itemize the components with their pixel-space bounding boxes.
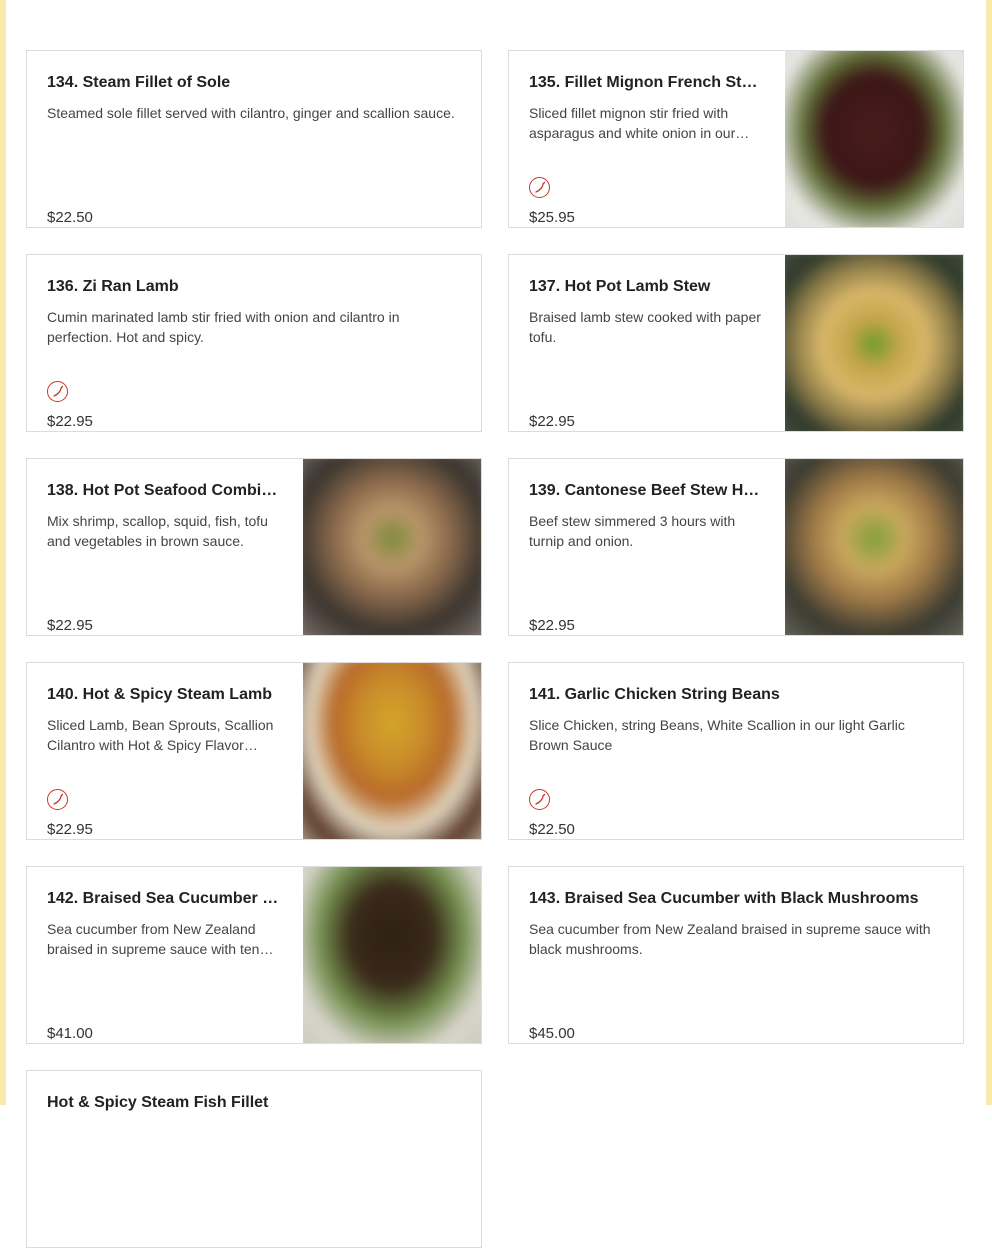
menu-item-price: $22.95 (529, 413, 575, 430)
chili-pepper-icon (47, 381, 68, 402)
menu-item-card[interactable]: 137. Hot Pot Lamb Stew Braised lamb stew… (508, 254, 964, 432)
menu-item-price: $45.00 (529, 1025, 575, 1042)
menu-item-title: 139. Cantonese Beef Stew Hot Pot (529, 482, 763, 499)
menu-item-content: 139. Cantonese Beef Stew Hot Pot Beef st… (529, 481, 763, 634)
seafood-pot-photo[interactable] (303, 459, 481, 635)
menu-item-card[interactable]: 138. Hot Pot Seafood Combination Mix shr… (26, 458, 482, 636)
menu-item-content: 137. Hot Pot Lamb Stew Braised lamb stew… (529, 277, 763, 430)
menu-item-title: Hot & Spicy Steam Fish Fillet (47, 1094, 269, 1111)
menu-item-content: 138. Hot Pot Seafood Combination Mix shr… (47, 481, 281, 634)
menu-item-price: $41.00 (47, 1025, 93, 1042)
menu-item-content: 142. Braised Sea Cucumber with Bok Choy … (47, 889, 281, 1042)
menu-item-description: Cumin marinated lamb stir fried with oni… (47, 309, 400, 345)
menu-item-content: 140. Hot & Spicy Steam Lamb Sliced Lamb,… (47, 685, 281, 838)
menu-item-price: $25.95 (529, 209, 575, 226)
menu-item-description: Sliced fillet mignon stir fried with asp… (529, 105, 736, 141)
menu-item-description: Beef stew simmered 3 hours with turnip a… (529, 513, 736, 549)
menu-item-price: $22.50 (47, 209, 93, 226)
menu-item-card[interactable]: 140. Hot & Spicy Steam Lamb Sliced Lamb,… (26, 662, 482, 840)
menu-item-content: 135. Fillet Mignon French Style Sliced f… (529, 73, 763, 226)
menu-item-card[interactable]: 139. Cantonese Beef Stew Hot Pot Beef st… (508, 458, 964, 636)
beef-dish-photo[interactable] (785, 51, 963, 227)
menu-item-price: $22.95 (47, 413, 93, 430)
chili-pepper-icon (529, 177, 550, 198)
menu-item-description: Steamed sole fillet served with cilantro… (47, 105, 455, 121)
left-side-band (0, 0, 6, 1105)
menu-item-title: 138. Hot Pot Seafood Combination (47, 482, 281, 499)
menu-item-card[interactable]: 143. Braised Sea Cucumber with Black Mus… (508, 866, 964, 1044)
menu-item-card[interactable]: Hot & Spicy Steam Fish Fillet (26, 1070, 482, 1248)
menu-item-title: 134. Steam Fillet of Sole (47, 74, 231, 91)
menu-item-card[interactable]: 136. Zi Ran Lamb Cumin marinated lamb st… (26, 254, 482, 432)
menu-item-title: 141. Garlic Chicken String Beans (529, 686, 780, 703)
menu-item-card[interactable]: 135. Fillet Mignon French Style Sliced f… (508, 50, 964, 228)
menu-item-title: 142. Braised Sea Cucumber with Bok Choy (47, 890, 281, 907)
menu-item-description: Braised lamb stew cooked with paper tofu… (529, 309, 761, 345)
menu-item-description: Sea cucumber from New Zealand braised in… (529, 921, 931, 957)
chili-pepper-icon (529, 789, 550, 810)
menu-item-price: $22.50 (529, 821, 575, 838)
menu-item-title: 137. Hot Pot Lamb Stew (529, 278, 711, 295)
menu-item-description: Sea cucumber from New Zealand braised in… (47, 921, 280, 957)
menu-item-description: Slice Chicken, string Beans, White Scall… (529, 717, 905, 753)
menu-item-title: 135. Fillet Mignon French Style (529, 74, 763, 91)
menu-item-price: $22.95 (47, 617, 93, 634)
menu-item-card[interactable]: 142. Braised Sea Cucumber with Bok Choy … (26, 866, 482, 1044)
menu-item-price: $22.95 (47, 821, 93, 838)
menu-item-card[interactable]: 134. Steam Fillet of Sole Steamed sole f… (26, 50, 482, 228)
menu-item-title: 140. Hot & Spicy Steam Lamb (47, 686, 272, 703)
menu-item-description: Mix shrimp, scallop, squid, fish, tofu a… (47, 513, 268, 549)
menu-item-card[interactable]: 141. Garlic Chicken String Beans Slice C… (508, 662, 964, 840)
menu-item-content: 143. Braised Sea Cucumber with Black Mus… (529, 889, 943, 1042)
spicy-lamb-photo[interactable] (303, 663, 481, 839)
menu-item-content: 134. Steam Fillet of Sole Steamed sole f… (47, 73, 461, 226)
menu-item-content: 136. Zi Ran Lamb Cumin marinated lamb st… (47, 277, 461, 430)
menu-item-description: Sliced Lamb, Bean Sprouts, Scallion Cila… (47, 717, 274, 753)
lamb-stew-photo[interactable] (785, 255, 963, 431)
beef-stew-photo[interactable] (785, 459, 963, 635)
menu-item-price: $22.95 (529, 617, 575, 634)
chili-pepper-icon (47, 789, 68, 810)
right-side-band (986, 0, 992, 1105)
menu-item-content: 141. Garlic Chicken String Beans Slice C… (529, 685, 943, 838)
menu-item-title: 143. Braised Sea Cucumber with Black Mus… (529, 890, 919, 907)
menu-item-title: 136. Zi Ran Lamb (47, 278, 179, 295)
menu-item-content: Hot & Spicy Steam Fish Fillet (47, 1093, 461, 1227)
sea-cucumber-photo[interactable] (303, 867, 481, 1043)
